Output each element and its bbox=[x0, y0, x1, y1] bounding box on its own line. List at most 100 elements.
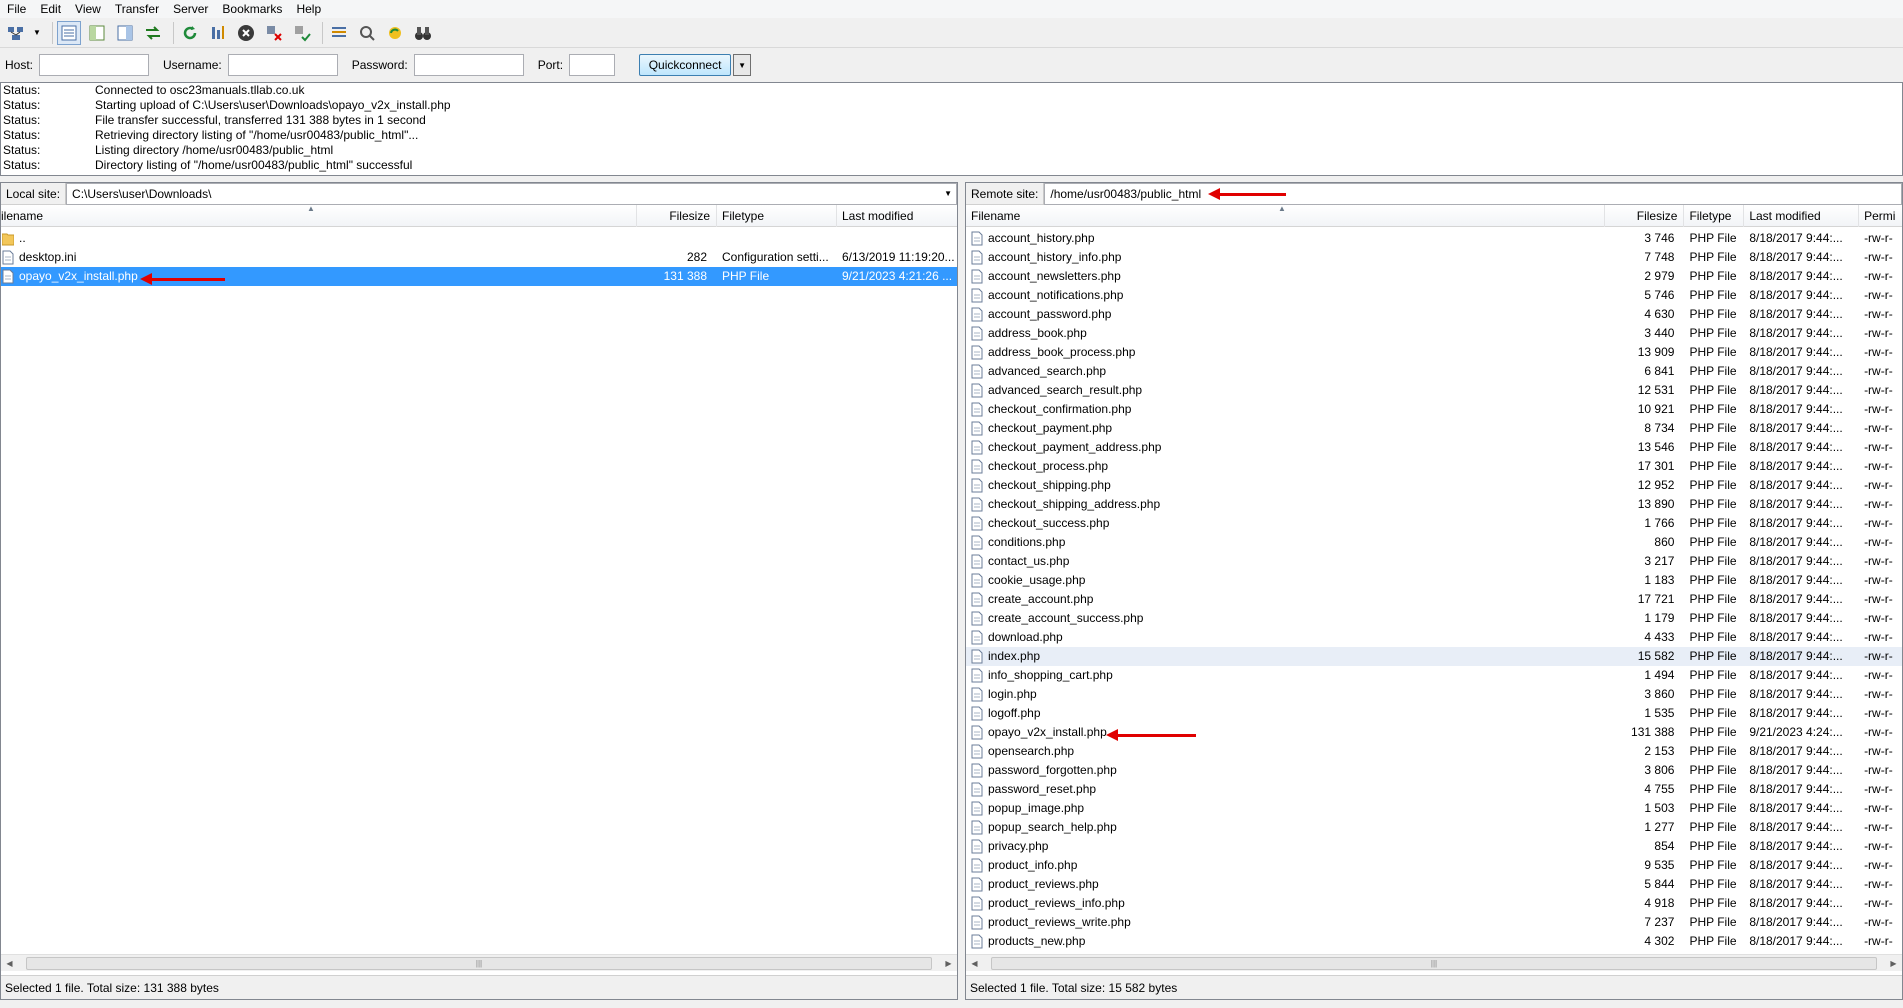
table-row[interactable]: address_book_process.php 13 909 PHP File 8/… bbox=[966, 343, 1902, 362]
menu-view[interactable]: View bbox=[68, 0, 108, 18]
file-modified: 8/18/2017 9:44:... bbox=[1749, 383, 1843, 397]
col-last-modified[interactable]: Last modified bbox=[1744, 205, 1860, 227]
col-filesize[interactable]: Filesize bbox=[637, 205, 717, 227]
remote-horizontal-scrollbar[interactable]: ◀ ||| ▶ bbox=[966, 954, 1902, 971]
table-row[interactable]: conditions.php 860 PHP File 8/18/2017 9:44:… bbox=[966, 533, 1902, 552]
table-row[interactable]: account_password.php 4 630 PHP File 8/18/20… bbox=[966, 305, 1902, 324]
table-row[interactable]: advanced_search.php 6 841 PHP File 8/18/201… bbox=[966, 362, 1902, 381]
file-modified: 8/18/2017 9:44:... bbox=[1749, 421, 1843, 435]
file-modified: 8/18/2017 9:44:... bbox=[1749, 934, 1843, 948]
local-path-input[interactable]: C:\Users\user\Downloads\ ▼ bbox=[66, 182, 957, 205]
host-input[interactable] bbox=[39, 54, 150, 76]
menu-file[interactable]: File bbox=[0, 0, 33, 18]
scroll-left-icon[interactable]: ◀ bbox=[1, 959, 18, 968]
scroll-right-icon[interactable]: ▶ bbox=[1885, 959, 1902, 968]
toggle-remote-tree-button[interactable] bbox=[113, 21, 137, 45]
cancel-operation-button[interactable] bbox=[234, 21, 258, 45]
password-input[interactable] bbox=[413, 54, 524, 76]
table-row[interactable]: account_newsletters.php 2 979 PHP File 8/18… bbox=[966, 267, 1902, 286]
quickconnect-button[interactable]: Quickconnect bbox=[639, 54, 732, 76]
table-row[interactable]: privacy.php 854 PHP File 8/18/2017 9:44:...… bbox=[966, 837, 1902, 856]
menu-edit[interactable]: Edit bbox=[33, 0, 68, 18]
toggle-local-tree-button[interactable] bbox=[85, 21, 109, 45]
col-filesize[interactable]: Filesize bbox=[1605, 205, 1685, 227]
table-row[interactable]: account_notifications.php 5 746 PHP File 8/… bbox=[966, 286, 1902, 305]
file-size: 15 582 bbox=[1637, 649, 1675, 663]
file-type: PHP File bbox=[1689, 782, 1737, 796]
scroll-left-icon[interactable]: ◀ bbox=[966, 959, 983, 968]
file-name-cell: account_password.php bbox=[966, 305, 1605, 324]
compare-directories-button[interactable] bbox=[355, 21, 379, 45]
table-row[interactable]: checkout_payment_address.php 13 546 PHP Fi… bbox=[966, 438, 1902, 457]
col-last-modified[interactable]: Last modified bbox=[837, 205, 957, 227]
col-filetype[interactable]: Filetype bbox=[717, 205, 837, 227]
table-row[interactable]: product_reviews.php 5 844 PHP File 8/18/201… bbox=[966, 875, 1902, 894]
file-icon bbox=[971, 611, 983, 626]
menu-server[interactable]: Server bbox=[166, 0, 215, 18]
table-row[interactable]: .. bbox=[1, 229, 957, 248]
table-row[interactable]: product_info.php 9 535 PHP File 8/18/2017 9… bbox=[966, 856, 1902, 875]
refresh-button[interactable] bbox=[178, 21, 202, 45]
reconnect-button[interactable] bbox=[290, 21, 314, 45]
table-row[interactable]: checkout_shipping.php 12 952 PHP File 8/18/… bbox=[966, 476, 1902, 495]
table-row[interactable]: login.php 3 860 PHP File 8/18/2017 9:44:...… bbox=[966, 685, 1902, 704]
scroll-right-icon[interactable]: ▶ bbox=[940, 959, 957, 968]
table-row[interactable]: checkout_payment.php 8 734 PHP File 8/18/20… bbox=[966, 419, 1902, 438]
table-row[interactable]: checkout_shipping_address.php 13 890 PHP F… bbox=[966, 495, 1902, 514]
menu-help[interactable]: Help bbox=[289, 0, 328, 18]
port-input[interactable] bbox=[569, 54, 616, 76]
table-row[interactable]: product_reviews_info.php 4 918 PHP File 8/1… bbox=[966, 894, 1902, 913]
table-row[interactable]: logoff.php 1 535 PHP File 8/18/2017 9:44:..… bbox=[966, 704, 1902, 723]
table-row[interactable]: popup_image.php 1 503 PHP File 8/18/2017 9:… bbox=[966, 799, 1902, 818]
col-permissions[interactable]: Permi bbox=[1859, 205, 1902, 227]
col-filetype[interactable]: Filetype bbox=[1684, 205, 1745, 227]
table-row[interactable]: password_reset.php 4 755 PHP File 8/18/2017… bbox=[966, 780, 1902, 799]
table-row[interactable]: product_reviews_write.php 7 237 PHP File 8/… bbox=[966, 913, 1902, 932]
table-row[interactable]: desktop.ini 282 Configuration setti... 6/13… bbox=[1, 248, 957, 267]
site-manager-dropdown[interactable]: ▼ bbox=[32, 21, 42, 45]
message-log[interactable]: Status: Connected to osc23manuals.tllab.c… bbox=[0, 82, 1903, 176]
table-row[interactable]: advanced_search_result.php 12 531 PHP File… bbox=[966, 381, 1902, 400]
scroll-thumb[interactable]: ||| bbox=[26, 956, 932, 970]
table-row[interactable]: download.php 4 433 PHP File 8/18/2017 9:44:… bbox=[966, 628, 1902, 647]
table-row[interactable]: checkout_process.php 17 301 PHP File 8/18/2… bbox=[966, 457, 1902, 476]
remote-file-list[interactable]: account_history.php 3 746 PHP File 8/18/201… bbox=[966, 229, 1902, 949]
table-row[interactable]: password_forgotten.php 3 806 PHP File 8/18/… bbox=[966, 761, 1902, 780]
table-row[interactable]: checkout_success.php 1 766 PHP File 8/18/20… bbox=[966, 514, 1902, 533]
table-row[interactable]: popup_search_help.php 1 277 PHP File 8/18/2… bbox=[966, 818, 1902, 837]
table-row[interactable]: address_book.php 3 440 PHP File 8/18/2017 9… bbox=[966, 324, 1902, 343]
table-row[interactable]: contact_us.php 3 217 PHP File 8/18/2017 9:4… bbox=[966, 552, 1902, 571]
table-row[interactable]: create_account.php 17 721 PHP File 8/18/201… bbox=[966, 590, 1902, 609]
table-row[interactable]: account_history_info.php 7 748 PHP File 8/1… bbox=[966, 248, 1902, 267]
table-row[interactable]: account_history.php 3 746 PHP File 8/18/201… bbox=[966, 229, 1902, 248]
directory-filter-button[interactable] bbox=[327, 21, 351, 45]
table-row[interactable]: index.php 15 582 PHP File 8/18/2017 9:44:..… bbox=[966, 647, 1902, 666]
scroll-thumb[interactable]: ||| bbox=[991, 956, 1877, 970]
table-row[interactable]: info_shopping_cart.php 1 494 PHP File 8/18/… bbox=[966, 666, 1902, 685]
table-row[interactable]: checkout_confirmation.php 10 921 PHP File 8… bbox=[966, 400, 1902, 419]
local-file-list[interactable]: .. desktop.ini 282 Configuration setti... 6/… bbox=[1, 229, 957, 949]
file-modified bbox=[837, 229, 957, 248]
file-icon bbox=[2, 250, 14, 265]
table-row[interactable]: create_account_success.php 1 179 PHP File 8… bbox=[966, 609, 1902, 628]
username-input[interactable] bbox=[227, 54, 338, 76]
remote-path-input[interactable]: /home/usr00483/public_html bbox=[1044, 182, 1902, 205]
quickconnect-dropdown[interactable]: ▼ bbox=[733, 54, 752, 76]
process-queue-button[interactable] bbox=[206, 21, 230, 45]
table-row[interactable]: products_new.php 4 302 PHP File 8/18/2017 9… bbox=[966, 932, 1902, 949]
synchronized-browsing-button[interactable] bbox=[383, 21, 407, 45]
table-row[interactable]: cookie_usage.php 1 183 PHP File 8/18/2017 9… bbox=[966, 571, 1902, 590]
toggle-queue-button[interactable] bbox=[141, 21, 165, 45]
table-row[interactable]: opensearch.php 2 153 PHP File 8/18/2017 9:4… bbox=[966, 742, 1902, 761]
chevron-down-icon[interactable]: ▼ bbox=[944, 184, 952, 204]
menu-bookmarks[interactable]: Bookmarks bbox=[215, 0, 289, 18]
toggle-log-button[interactable] bbox=[57, 20, 81, 45]
disconnect-button[interactable] bbox=[262, 21, 286, 45]
menu-transfer[interactable]: Transfer bbox=[108, 0, 166, 18]
site-manager-button[interactable] bbox=[4, 21, 28, 45]
file-name: conditions.php bbox=[988, 535, 1066, 549]
file-permissions: -rw-r- bbox=[1864, 725, 1893, 739]
find-files-button[interactable] bbox=[411, 21, 435, 45]
local-horizontal-scrollbar[interactable]: ◀ ||| ▶ bbox=[1, 954, 957, 971]
col-filename[interactable]: ilename bbox=[1, 205, 637, 227]
